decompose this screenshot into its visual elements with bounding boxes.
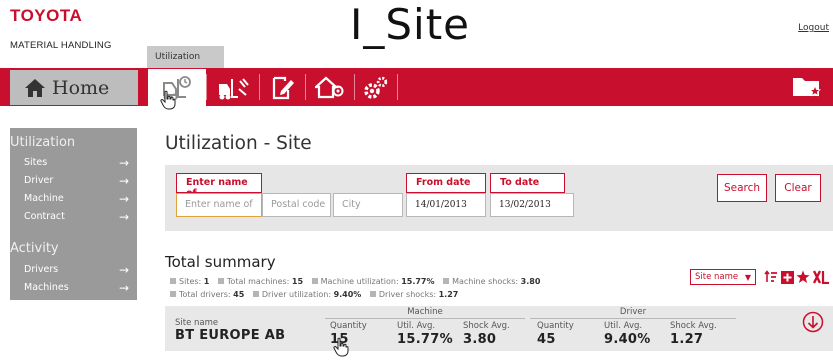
- from-date-label: From date: [406, 173, 486, 193]
- driver-shock-header: Shock Avg.: [670, 321, 717, 331]
- name-input[interactable]: Enter name of: [176, 193, 262, 217]
- nav-separator: [206, 74, 207, 100]
- arrow-right-icon: →: [118, 209, 129, 224]
- star-icon: [796, 270, 810, 283]
- home-settings-icon: [315, 76, 344, 98]
- machine-quantity-header: Quantity: [330, 321, 367, 331]
- home-icon: [25, 78, 45, 97]
- summary-title: Total summary: [165, 253, 276, 271]
- favorites-folder-button[interactable]: [789, 72, 825, 102]
- to-date-input[interactable]: 13/02/2013: [490, 193, 574, 217]
- sort-select-value: Site name: [695, 272, 739, 282]
- name-filter-label: Enter name of: [176, 173, 262, 199]
- logout-link[interactable]: Logout: [798, 23, 829, 33]
- forklift-shock-icon: [219, 77, 249, 99]
- favorite-button[interactable]: [796, 268, 810, 286]
- bullet-square-icon: [170, 278, 176, 284]
- machine-shock-cell: 3.80: [463, 332, 497, 347]
- report-edit-icon: [272, 76, 294, 99]
- bullet-square-icon: [369, 291, 376, 297]
- hand-cursor-icon: [333, 337, 349, 357]
- nav-separator: [354, 74, 355, 100]
- export-button[interactable]: [813, 268, 833, 286]
- nav-utilization-button[interactable]: [148, 69, 206, 106]
- folder-star-icon: [793, 78, 822, 97]
- gears-icon: [364, 76, 388, 99]
- active-section-tab: Utilization: [147, 46, 224, 68]
- app-title: I_Site: [350, 0, 471, 49]
- postal-code-input[interactable]: Postal code: [262, 193, 331, 217]
- bullet-square-icon: [170, 291, 176, 297]
- sort-order-button[interactable]: [764, 268, 778, 286]
- expand-row-button[interactable]: [802, 311, 824, 333]
- nav-separator: [305, 74, 306, 100]
- toyota-logo: TOYOTA: [10, 6, 83, 25]
- home-label: Home: [52, 76, 110, 99]
- nav-home-settings-button[interactable]: [307, 71, 353, 104]
- driver-shock-cell: 1.27: [670, 332, 704, 347]
- arrow-right-icon: →: [118, 173, 129, 188]
- bullet-square-icon: [252, 291, 259, 297]
- home-button[interactable]: Home: [10, 70, 138, 105]
- export-excel-icon: [813, 270, 829, 284]
- caret-down-icon: ▼: [744, 272, 751, 282]
- city-input[interactable]: City: [333, 193, 403, 217]
- nav-separator: [397, 74, 398, 100]
- sidebar-item-label: Machine: [24, 193, 64, 204]
- sidebar-item-machines[interactable]: Machines →: [24, 280, 129, 295]
- driver-group-divider: [530, 318, 736, 319]
- sidebar-item-label: Driver: [24, 175, 54, 186]
- sidebar-heading-activity: Activity: [10, 241, 59, 256]
- machine-group-header: Machine: [407, 307, 443, 317]
- summary-stats-driver: Total drivers: 45 Driver utilization: 9.…: [170, 290, 458, 299]
- bullet-square-icon: [443, 278, 450, 284]
- bullet-square-icon: [217, 278, 224, 284]
- driver-util-header: Util. Avg.: [604, 321, 643, 331]
- arrow-down-circle-icon: [802, 311, 824, 333]
- clear-button[interactable]: Clear: [775, 174, 821, 202]
- to-date-label: To date: [490, 173, 565, 193]
- sidebar-item-label: Drivers: [24, 264, 59, 275]
- sidebar-heading-utilization: Utilization: [10, 135, 76, 150]
- filter-panel: Enter name of Enter name of Postal code …: [165, 165, 833, 231]
- sidebar-item-drivers[interactable]: Drivers →: [24, 262, 129, 277]
- material-handling-label: MATERIAL HANDLING: [10, 40, 112, 51]
- summary-stats-machine: Sites: 1 Total machines: 15 Machine util…: [170, 277, 540, 286]
- nav-separator: [259, 74, 260, 100]
- plus-square-icon: [780, 270, 794, 284]
- sidebar-item-label: Sites: [24, 157, 48, 168]
- site-name-cell[interactable]: BT EUROPE AB: [175, 328, 285, 343]
- machine-shock-header: Shock Avg.: [463, 321, 510, 331]
- driver-quantity-header: Quantity: [537, 321, 574, 331]
- hand-cursor-icon: [160, 90, 176, 110]
- driver-quantity-cell[interactable]: 45: [537, 332, 556, 347]
- sidebar-item-sites[interactable]: Sites →: [24, 155, 129, 170]
- nav-shock-button[interactable]: [208, 71, 258, 104]
- machine-group-divider: [325, 318, 525, 319]
- machine-util-cell: 15.77%: [397, 332, 453, 347]
- sidebar-item-label: Contract: [24, 211, 65, 222]
- sort-select[interactable]: Site name ▼: [690, 269, 756, 285]
- nav-report-button[interactable]: [262, 71, 304, 104]
- from-date-input[interactable]: 14/01/2013: [406, 193, 486, 217]
- machine-util-header: Util. Avg.: [397, 321, 436, 331]
- sort-ascending-icon: [764, 270, 777, 282]
- bullet-square-icon: [311, 278, 318, 284]
- driver-group-header: Driver: [619, 307, 647, 317]
- sidebar-item-contract[interactable]: Contract →: [24, 209, 129, 224]
- sidebar-item-driver[interactable]: Driver →: [24, 173, 129, 188]
- sidebar-item-label: Machines: [24, 282, 69, 293]
- arrow-right-icon: →: [118, 191, 129, 206]
- add-button[interactable]: [780, 268, 794, 286]
- site-name-header: Site name: [175, 318, 219, 328]
- search-button[interactable]: Search: [717, 174, 767, 202]
- arrow-right-icon: →: [118, 155, 129, 170]
- arrow-right-icon: →: [118, 262, 129, 277]
- driver-util-cell: 9.40%: [604, 332, 651, 347]
- nav-settings-button[interactable]: [356, 71, 396, 104]
- arrow-right-icon: →: [118, 280, 129, 295]
- sidebar: Utilization Sites → Driver → Machine → C…: [10, 128, 137, 300]
- page-title: Utilization - Site: [165, 133, 312, 154]
- sidebar-item-machine[interactable]: Machine →: [24, 191, 129, 206]
